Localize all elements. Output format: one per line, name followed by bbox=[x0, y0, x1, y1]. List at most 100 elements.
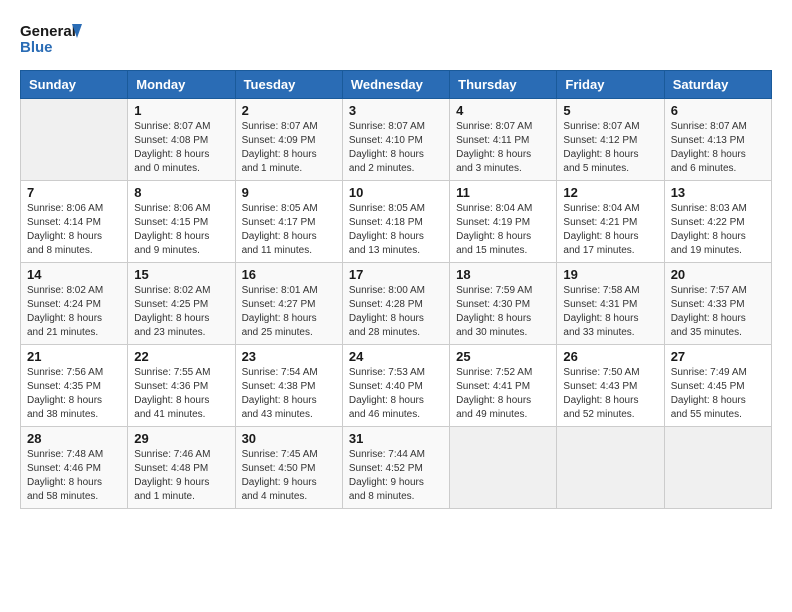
day-number: 18 bbox=[456, 267, 550, 282]
day-info: Sunrise: 8:00 AMSunset: 4:28 PMDaylight:… bbox=[349, 284, 443, 340]
day-info: Sunrise: 7:45 AMSunset: 4:50 PMDaylight:… bbox=[242, 448, 336, 504]
calendar-cell: 9Sunrise: 8:05 AMSunset: 4:17 PMDaylight… bbox=[235, 181, 342, 263]
calendar-cell bbox=[21, 99, 128, 181]
calendar-cell: 14 Sunrise: 8:02 AMSunset: 4:24 PMDayligh… bbox=[21, 263, 128, 345]
day-info: Sunrise: 7:52 AMSunset: 4:41 PMDaylight:… bbox=[456, 366, 550, 422]
day-number: 6 bbox=[671, 103, 765, 118]
logo: GeneralBlue bbox=[20, 20, 90, 60]
day-number: 2 bbox=[242, 103, 336, 118]
day-number: 1 bbox=[134, 103, 228, 118]
day-number: 20 bbox=[671, 267, 765, 282]
week-row-3: 14 Sunrise: 8:02 AMSunset: 4:24 PMDayligh… bbox=[21, 263, 772, 345]
calendar-cell: 1 Sunrise: 8:07 AMSunset: 4:08 PMDaylight… bbox=[128, 99, 235, 181]
calendar-cell: 12 Sunrise: 8:04 AMSunset: 4:21 PMDayligh… bbox=[557, 181, 664, 263]
day-number: 17 bbox=[349, 267, 443, 282]
calendar-cell: 24Sunrise: 7:53 AMSunset: 4:40 PMDayligh… bbox=[342, 345, 449, 427]
day-info: Sunrise: 7:49 AMSunset: 4:45 PMDaylight:… bbox=[671, 366, 765, 422]
day-info: Sunrise: 8:07 AMSunset: 4:11 PMDaylight:… bbox=[456, 120, 550, 176]
svg-text:Blue: Blue bbox=[20, 39, 53, 56]
weekday-header-row: SundayMondayTuesdayWednesdayThursdayFrid… bbox=[21, 71, 772, 99]
day-number: 25 bbox=[456, 349, 550, 364]
day-info: Sunrise: 7:46 AMSunset: 4:48 PMDaylight:… bbox=[134, 448, 228, 504]
calendar-cell: 17 Sunrise: 8:00 AMSunset: 4:28 PMDayligh… bbox=[342, 263, 449, 345]
calendar-cell: 5 Sunrise: 8:07 AMSunset: 4:12 PMDaylight… bbox=[557, 99, 664, 181]
day-info: Sunrise: 8:07 AMSunset: 4:12 PMDaylight:… bbox=[563, 120, 657, 176]
calendar-cell: 16Sunrise: 8:01 AMSunset: 4:27 PMDayligh… bbox=[235, 263, 342, 345]
day-number: 28 bbox=[27, 431, 121, 446]
day-number: 22 bbox=[134, 349, 228, 364]
weekday-header-monday: Monday bbox=[128, 71, 235, 99]
header: GeneralBlue bbox=[20, 20, 772, 60]
calendar-table: SundayMondayTuesdayWednesdayThursdayFrid… bbox=[20, 70, 772, 509]
day-number: 13 bbox=[671, 185, 765, 200]
day-info: Sunrise: 7:50 AMSunset: 4:43 PMDaylight:… bbox=[563, 366, 657, 422]
day-number: 16 bbox=[242, 267, 336, 282]
weekday-header-tuesday: Tuesday bbox=[235, 71, 342, 99]
day-number: 21 bbox=[27, 349, 121, 364]
day-info: Sunrise: 7:44 AMSunset: 4:52 PMDaylight:… bbox=[349, 448, 443, 504]
day-info: Sunrise: 8:02 AMSunset: 4:24 PMDaylight:… bbox=[27, 284, 121, 340]
week-row-1: 1 Sunrise: 8:07 AMSunset: 4:08 PMDaylight… bbox=[21, 99, 772, 181]
weekday-header-friday: Friday bbox=[557, 71, 664, 99]
day-number: 14 bbox=[27, 267, 121, 282]
calendar-cell: 23 Sunrise: 7:54 AMSunset: 4:38 PMDayligh… bbox=[235, 345, 342, 427]
calendar-cell: 18 Sunrise: 7:59 AMSunset: 4:30 PMDayligh… bbox=[450, 263, 557, 345]
day-number: 11 bbox=[456, 185, 550, 200]
day-info: Sunrise: 8:07 AMSunset: 4:13 PMDaylight:… bbox=[671, 120, 765, 176]
day-number: 9 bbox=[242, 185, 336, 200]
calendar-cell: 21 Sunrise: 7:56 AMSunset: 4:35 PMDayligh… bbox=[21, 345, 128, 427]
calendar-cell: 29 Sunrise: 7:46 AMSunset: 4:48 PMDayligh… bbox=[128, 427, 235, 509]
day-number: 24 bbox=[349, 349, 443, 364]
day-number: 5 bbox=[563, 103, 657, 118]
day-info: Sunrise: 7:59 AMSunset: 4:30 PMDaylight:… bbox=[456, 284, 550, 340]
day-number: 8 bbox=[134, 185, 228, 200]
day-number: 7 bbox=[27, 185, 121, 200]
day-info: Sunrise: 8:07 AMSunset: 4:08 PMDaylight:… bbox=[134, 120, 228, 176]
calendar-cell: 11 Sunrise: 8:04 AMSunset: 4:19 PMDayligh… bbox=[450, 181, 557, 263]
day-info: Sunrise: 7:56 AMSunset: 4:35 PMDaylight:… bbox=[27, 366, 121, 422]
day-info: Sunrise: 8:06 AMSunset: 4:14 PMDaylight:… bbox=[27, 202, 121, 258]
calendar-cell: 2 Sunrise: 8:07 AMSunset: 4:09 PMDaylight… bbox=[235, 99, 342, 181]
calendar-cell: 19 Sunrise: 7:58 AMSunset: 4:31 PMDayligh… bbox=[557, 263, 664, 345]
day-info: Sunrise: 8:04 AMSunset: 4:19 PMDaylight:… bbox=[456, 202, 550, 258]
calendar-cell: 26 Sunrise: 7:50 AMSunset: 4:43 PMDayligh… bbox=[557, 345, 664, 427]
calendar-cell: 27 Sunrise: 7:49 AMSunset: 4:45 PMDayligh… bbox=[664, 345, 771, 427]
day-info: Sunrise: 7:57 AMSunset: 4:33 PMDaylight:… bbox=[671, 284, 765, 340]
week-row-2: 7 Sunrise: 8:06 AMSunset: 4:14 PMDaylight… bbox=[21, 181, 772, 263]
day-info: Sunrise: 8:07 AMSunset: 4:10 PMDaylight:… bbox=[349, 120, 443, 176]
calendar-cell: 8 Sunrise: 8:06 AMSunset: 4:15 PMDaylight… bbox=[128, 181, 235, 263]
calendar-cell: 10 Sunrise: 8:05 AMSunset: 4:18 PMDayligh… bbox=[342, 181, 449, 263]
day-info: Sunrise: 7:48 AMSunset: 4:46 PMDaylight:… bbox=[27, 448, 121, 504]
day-info: Sunrise: 8:06 AMSunset: 4:15 PMDaylight:… bbox=[134, 202, 228, 258]
day-number: 26 bbox=[563, 349, 657, 364]
day-number: 19 bbox=[563, 267, 657, 282]
calendar-cell: 6 Sunrise: 8:07 AMSunset: 4:13 PMDaylight… bbox=[664, 99, 771, 181]
calendar-cell: 15Sunrise: 8:02 AMSunset: 4:25 PMDayligh… bbox=[128, 263, 235, 345]
weekday-header-wednesday: Wednesday bbox=[342, 71, 449, 99]
day-number: 12 bbox=[563, 185, 657, 200]
logo-svg: GeneralBlue bbox=[20, 20, 90, 60]
day-number: 29 bbox=[134, 431, 228, 446]
day-info: Sunrise: 7:58 AMSunset: 4:31 PMDaylight:… bbox=[563, 284, 657, 340]
week-row-5: 28 Sunrise: 7:48 AMSunset: 4:46 PMDayligh… bbox=[21, 427, 772, 509]
weekday-header-saturday: Saturday bbox=[664, 71, 771, 99]
day-info: Sunrise: 7:55 AMSunset: 4:36 PMDaylight:… bbox=[134, 366, 228, 422]
day-info: Sunrise: 7:54 AMSunset: 4:38 PMDaylight:… bbox=[242, 366, 336, 422]
calendar-cell: 28 Sunrise: 7:48 AMSunset: 4:46 PMDayligh… bbox=[21, 427, 128, 509]
day-number: 10 bbox=[349, 185, 443, 200]
day-number: 31 bbox=[349, 431, 443, 446]
calendar-cell: 7 Sunrise: 8:06 AMSunset: 4:14 PMDaylight… bbox=[21, 181, 128, 263]
calendar-cell: 25 Sunrise: 7:52 AMSunset: 4:41 PMDayligh… bbox=[450, 345, 557, 427]
day-info: Sunrise: 8:04 AMSunset: 4:21 PMDaylight:… bbox=[563, 202, 657, 258]
weekday-header-thursday: Thursday bbox=[450, 71, 557, 99]
day-info: Sunrise: 8:05 AMSunset: 4:18 PMDaylight:… bbox=[349, 202, 443, 258]
week-row-4: 21 Sunrise: 7:56 AMSunset: 4:35 PMDayligh… bbox=[21, 345, 772, 427]
day-number: 15 bbox=[134, 267, 228, 282]
calendar-cell: 4 Sunrise: 8:07 AMSunset: 4:11 PMDaylight… bbox=[450, 99, 557, 181]
calendar-cell bbox=[450, 427, 557, 509]
day-number: 4 bbox=[456, 103, 550, 118]
day-number: 23 bbox=[242, 349, 336, 364]
day-number: 27 bbox=[671, 349, 765, 364]
day-number: 3 bbox=[349, 103, 443, 118]
day-info: Sunrise: 8:07 AMSunset: 4:09 PMDaylight:… bbox=[242, 120, 336, 176]
